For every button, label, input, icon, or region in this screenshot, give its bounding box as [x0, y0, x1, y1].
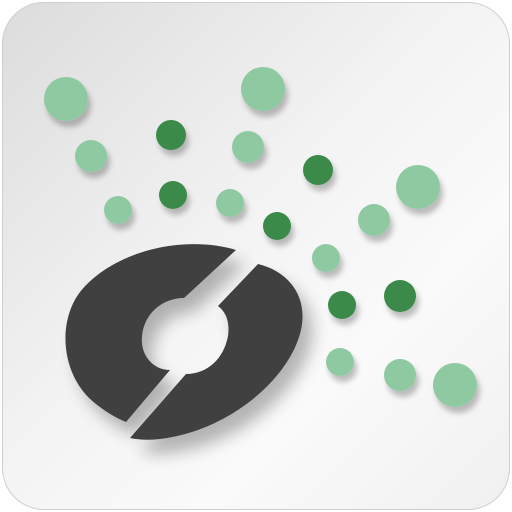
dot — [433, 363, 477, 407]
dot — [358, 204, 390, 236]
dot — [44, 77, 88, 121]
dot — [75, 140, 107, 172]
dot — [263, 212, 291, 240]
dot — [232, 131, 264, 163]
dot — [303, 155, 333, 185]
dot — [384, 359, 416, 391]
dot — [241, 67, 285, 111]
dot — [384, 280, 416, 312]
dot — [326, 348, 354, 376]
dot — [159, 181, 187, 209]
ring-logo — [65, 244, 303, 440]
dot — [328, 291, 356, 319]
dot — [216, 189, 244, 217]
dot — [156, 120, 186, 150]
dot — [312, 244, 340, 272]
app-icon-tile[interactable] — [2, 2, 510, 510]
dot — [104, 196, 132, 224]
app-icon-artwork — [44, 67, 477, 440]
dot — [396, 165, 440, 209]
